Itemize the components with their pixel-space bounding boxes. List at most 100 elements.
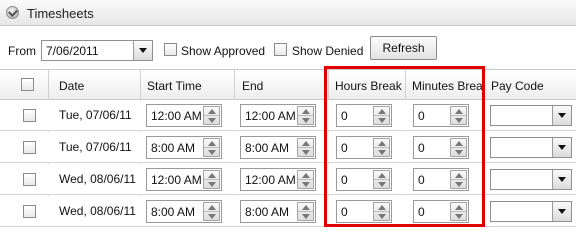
arrow-down-icon[interactable]	[455, 150, 463, 155]
arrow-down-icon[interactable]	[378, 118, 386, 123]
pay-code-dropdown-button[interactable]	[552, 138, 571, 157]
show-approved-label[interactable]: Show Approved	[181, 44, 265, 58]
column-header-minutes-break[interactable]: Minutes Break	[412, 79, 482, 93]
spinner-arrows-icon[interactable]	[203, 106, 220, 125]
table-row[interactable]: Wed, 08/06/11 8:00 AM 8:00 AM 0 0	[0, 196, 576, 227]
pay-code-select[interactable]	[490, 137, 572, 158]
from-date-value[interactable]: 7/06/2011	[46, 44, 99, 58]
arrow-up-icon[interactable]	[208, 205, 216, 210]
table-row[interactable]: Tue, 07/06/11 8:00 AM 8:00 AM 0 0	[0, 132, 576, 163]
row-checkbox[interactable]	[23, 205, 36, 218]
arrow-down-icon[interactable]	[455, 118, 463, 123]
spinner-arrows-icon[interactable]	[373, 138, 390, 157]
spinner-arrows-icon[interactable]	[450, 170, 467, 189]
arrow-down-icon[interactable]	[302, 214, 310, 219]
end-time-spinner-value[interactable]: 12:00 AM	[245, 109, 296, 123]
pay-code-select[interactable]	[490, 105, 572, 126]
arrow-up-icon[interactable]	[455, 109, 463, 114]
arrow-down-icon[interactable]	[208, 150, 216, 155]
table-row[interactable]: Tue, 07/06/11 12:00 AM 12:00 AM 0 0	[0, 100, 576, 131]
start-time-spinner-value[interactable]: 8:00 AM	[151, 205, 195, 219]
hours-break-spinner-value[interactable]: 0	[341, 109, 348, 123]
spinner-arrows-icon[interactable]	[297, 170, 314, 189]
select-all-checkbox[interactable]	[21, 78, 34, 91]
minutes-break-spinner-value[interactable]: 0	[418, 205, 425, 219]
end-time-spinner[interactable]: 8:00 AM	[240, 200, 316, 223]
arrow-up-icon[interactable]	[208, 109, 216, 114]
hours-break-spinner[interactable]: 0	[336, 200, 392, 223]
column-header-start-time[interactable]: Start Time	[147, 79, 232, 93]
arrow-up-icon[interactable]	[302, 141, 310, 146]
pay-code-select[interactable]	[490, 201, 572, 222]
show-denied-checkbox[interactable]	[274, 43, 287, 56]
hours-break-spinner[interactable]: 0	[336, 168, 392, 191]
arrow-up-icon[interactable]	[378, 205, 386, 210]
spinner-arrows-icon[interactable]	[203, 202, 220, 221]
hours-break-spinner-value[interactable]: 0	[341, 141, 348, 155]
start-time-spinner-value[interactable]: 12:00 AM	[151, 109, 202, 123]
spinner-arrows-icon[interactable]	[450, 138, 467, 157]
start-time-spinner[interactable]: 8:00 AM	[146, 200, 222, 223]
spinner-arrows-icon[interactable]	[203, 138, 220, 157]
arrow-up-icon[interactable]	[208, 173, 216, 178]
minutes-break-spinner-value[interactable]: 0	[418, 109, 425, 123]
pay-code-dropdown-button[interactable]	[552, 106, 571, 125]
from-date-field[interactable]: 7/06/2011	[41, 40, 153, 61]
table-row[interactable]: Wed, 08/06/11 12:00 AM 12:00 AM 0 0	[0, 164, 576, 195]
arrow-up-icon[interactable]	[378, 141, 386, 146]
arrow-up-icon[interactable]	[302, 173, 310, 178]
row-checkbox[interactable]	[23, 173, 36, 186]
start-time-spinner[interactable]: 12:00 AM	[146, 104, 222, 127]
start-time-spinner-value[interactable]: 12:00 AM	[151, 173, 202, 187]
spinner-arrows-icon[interactable]	[450, 106, 467, 125]
minutes-break-spinner-value[interactable]: 0	[418, 141, 425, 155]
arrow-down-icon[interactable]	[378, 150, 386, 155]
clock-icon[interactable]	[6, 6, 19, 19]
arrow-down-icon[interactable]	[302, 118, 310, 123]
refresh-button[interactable]: Refresh	[370, 36, 437, 60]
show-approved-checkbox[interactable]	[164, 43, 177, 56]
end-time-spinner-value[interactable]: 12:00 AM	[245, 173, 296, 187]
arrow-down-icon[interactable]	[455, 182, 463, 187]
arrow-up-icon[interactable]	[378, 109, 386, 114]
minutes-break-spinner[interactable]: 0	[413, 136, 469, 159]
hours-break-spinner[interactable]: 0	[336, 136, 392, 159]
column-header-end[interactable]: End	[242, 79, 324, 93]
arrow-down-icon[interactable]	[208, 214, 216, 219]
minutes-break-spinner[interactable]: 0	[413, 200, 469, 223]
arrow-down-icon[interactable]	[378, 182, 386, 187]
minutes-break-spinner[interactable]: 0	[413, 168, 469, 191]
end-time-spinner-value[interactable]: 8:00 AM	[245, 205, 289, 219]
end-time-spinner[interactable]: 12:00 AM	[240, 168, 316, 191]
minutes-break-spinner[interactable]: 0	[413, 104, 469, 127]
arrow-down-icon[interactable]	[455, 214, 463, 219]
column-header-pay-code[interactable]: Pay Code	[491, 79, 571, 93]
pay-code-dropdown-button[interactable]	[552, 170, 571, 189]
column-header-date[interactable]: Date	[59, 79, 139, 93]
spinner-arrows-icon[interactable]	[373, 170, 390, 189]
minutes-break-spinner-value[interactable]: 0	[418, 173, 425, 187]
arrow-down-icon[interactable]	[302, 150, 310, 155]
hours-break-spinner-value[interactable]: 0	[341, 173, 348, 187]
spinner-arrows-icon[interactable]	[373, 106, 390, 125]
spinner-arrows-icon[interactable]	[450, 202, 467, 221]
end-time-spinner-value[interactable]: 8:00 AM	[245, 141, 289, 155]
arrow-up-icon[interactable]	[378, 173, 386, 178]
date-dropdown-button[interactable]	[133, 41, 152, 60]
column-header-hours-break[interactable]: Hours Break	[335, 79, 405, 93]
spinner-arrows-icon[interactable]	[297, 106, 314, 125]
arrow-up-icon[interactable]	[208, 141, 216, 146]
spinner-arrows-icon[interactable]	[297, 138, 314, 157]
end-time-spinner[interactable]: 8:00 AM	[240, 136, 316, 159]
hours-break-spinner-value[interactable]: 0	[341, 205, 348, 219]
arrow-up-icon[interactable]	[455, 205, 463, 210]
spinner-arrows-icon[interactable]	[373, 202, 390, 221]
arrow-up-icon[interactable]	[302, 109, 310, 114]
arrow-up-icon[interactable]	[455, 173, 463, 178]
arrow-down-icon[interactable]	[208, 118, 216, 123]
arrow-up-icon[interactable]	[302, 205, 310, 210]
spinner-arrows-icon[interactable]	[297, 202, 314, 221]
arrow-down-icon[interactable]	[378, 214, 386, 219]
show-denied-label[interactable]: Show Denied	[292, 44, 363, 58]
row-checkbox[interactable]	[23, 109, 36, 122]
